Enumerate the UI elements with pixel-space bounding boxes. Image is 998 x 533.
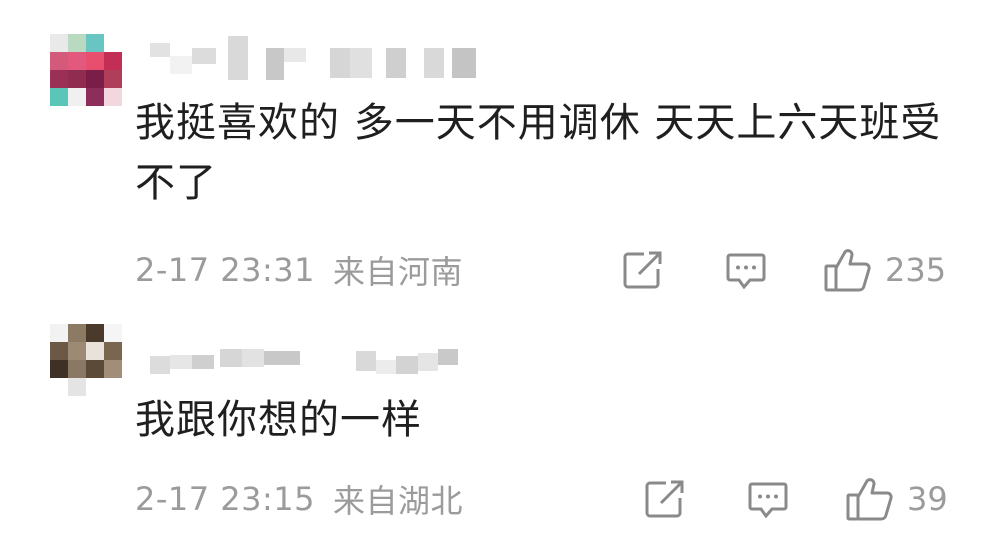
comment-meta: 2-17 23:15 来自湖北	[135, 475, 463, 523]
comment-time: 2-17 23:15	[135, 480, 316, 518]
share-icon	[644, 479, 686, 519]
comment-item: 我跟你想的一样 2-17 23:15 来自湖北 39	[0, 300, 998, 533]
like-count: 235	[885, 251, 947, 289]
comment-icon	[747, 481, 789, 519]
share-button[interactable]	[622, 250, 664, 290]
reply-button[interactable]	[725, 252, 767, 290]
comment-item: 我挺喜欢的 多一天不用调休 天天上六天班受不了 2-17 23:31 来自河南	[0, 0, 998, 300]
like-button[interactable]: 39	[845, 476, 948, 522]
like-button[interactable]: 235	[823, 247, 946, 293]
comment-location: 来自河南	[333, 253, 464, 291]
comment-meta: 2-17 23:31 来自河南	[135, 246, 463, 294]
comment-location: 来自湖北	[333, 482, 464, 520]
avatar[interactable]	[50, 324, 122, 396]
avatar[interactable]	[50, 34, 122, 106]
username-redacted[interactable]	[150, 340, 458, 384]
thumbs-up-icon	[823, 247, 873, 293]
share-button[interactable]	[644, 479, 686, 519]
comment-icon	[725, 252, 767, 290]
username-redacted[interactable]	[150, 36, 476, 80]
like-count: 39	[907, 480, 948, 518]
thumbs-up-icon	[845, 476, 895, 522]
share-icon	[622, 250, 664, 290]
comment-time: 2-17 23:31	[135, 251, 316, 289]
comment-text: 我跟你想的一样	[135, 397, 422, 443]
comment-text: 我挺喜欢的 多一天不用调休 天天上六天班受不了	[135, 100, 942, 206]
reply-button[interactable]	[747, 481, 789, 519]
